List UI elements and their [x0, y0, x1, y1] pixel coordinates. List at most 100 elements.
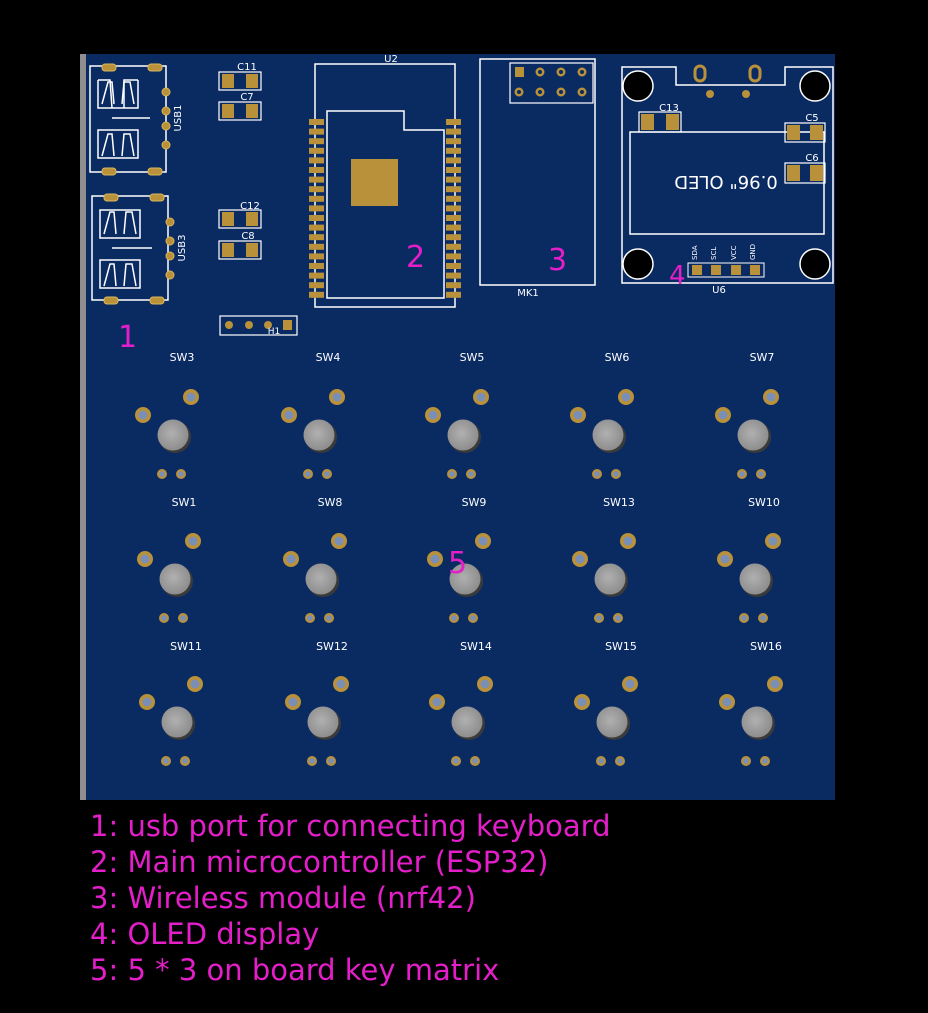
pad-hole — [428, 410, 438, 420]
pad-hole — [305, 471, 311, 477]
pad-hole — [432, 697, 442, 707]
switch-button — [161, 706, 193, 738]
switch-label: SW9 — [462, 496, 487, 509]
switch-label: SW12 — [316, 640, 348, 653]
pad-hole — [722, 697, 732, 707]
legend-item-2: 2: Main microcontroller (ESP32) — [90, 845, 549, 879]
pad-hole — [186, 392, 196, 402]
switch-label: SW11 — [170, 640, 202, 653]
pad-hole — [478, 536, 488, 546]
u6-label: U6 — [712, 285, 726, 296]
esp32-pin-left — [309, 272, 324, 279]
pad-hole — [468, 471, 474, 477]
pad-hole — [451, 615, 457, 621]
pad-hole — [178, 471, 184, 477]
esp32-pin-left — [309, 119, 324, 125]
pad-hole — [140, 554, 150, 564]
esp32-pin-right — [446, 215, 461, 221]
switch-button — [596, 706, 628, 738]
c13-label: C13 — [659, 103, 679, 114]
pad-hole — [161, 615, 167, 621]
switch-label: SW1 — [172, 496, 197, 509]
esp32-pin-right — [446, 186, 461, 193]
c6-label: C6 — [805, 153, 818, 164]
esp32-pin-right — [446, 176, 461, 183]
esp32-pin-right — [446, 263, 461, 269]
pad-hole — [613, 471, 619, 477]
esp32-pin-right — [446, 119, 461, 125]
switch-button — [447, 419, 479, 451]
esp32-pin-right — [446, 138, 461, 145]
pad-hole — [288, 697, 298, 707]
legend-item-3: 3: Wireless module (nrf42) — [90, 881, 476, 915]
pad-hole — [142, 697, 152, 707]
pad-hole — [573, 410, 583, 420]
esp32-pin-left — [309, 176, 324, 183]
esp32-pin-right — [446, 167, 461, 173]
pad-hole — [623, 536, 633, 546]
esp32-pin-left — [309, 243, 324, 250]
switch-button — [305, 563, 337, 595]
switch-button — [307, 706, 339, 738]
switch-label: SW6 — [605, 351, 630, 364]
pin-sda-label: SDA — [691, 245, 699, 260]
pad-hole — [758, 471, 764, 477]
pad-hole — [768, 536, 778, 546]
marker-2: 2 — [406, 240, 425, 275]
h1-label: H1 — [268, 327, 281, 337]
c5-label: C5 — [805, 113, 818, 124]
esp32-pin-right — [446, 234, 461, 241]
switch-button — [739, 563, 771, 595]
pad-hole — [453, 758, 459, 764]
esp32-pin-right — [446, 224, 461, 231]
pad-hole — [284, 410, 294, 420]
pad-hole — [163, 758, 169, 764]
esp32-pin-left — [309, 167, 324, 173]
esp32-pin-left — [309, 215, 324, 221]
pad-hole — [615, 615, 621, 621]
legend-item-1: 1: usb port for connecting keyboard — [90, 809, 611, 843]
switch-label: SW7 — [750, 351, 775, 364]
switch-button — [303, 419, 335, 451]
esp32-pin-right — [446, 272, 461, 279]
switch-button — [159, 563, 191, 595]
pad-hole — [309, 758, 315, 764]
mk1-label: MK1 — [517, 288, 539, 299]
esp32-pin-right — [446, 205, 461, 212]
switch-label: SW13 — [603, 496, 635, 509]
switch-label: SW16 — [750, 640, 782, 653]
esp32-pin-left — [309, 205, 324, 212]
marker-4: 4 — [669, 261, 686, 291]
legend: 1: usb port for connecting keyboard 2: M… — [90, 808, 611, 988]
pad-hole — [307, 615, 313, 621]
switch-label: SW4 — [316, 351, 341, 364]
pad-hole — [324, 471, 330, 477]
c11-label: C11 — [237, 62, 257, 73]
pad-hole — [770, 679, 780, 689]
switch-button — [737, 419, 769, 451]
esp32-pin-right — [446, 157, 461, 164]
switch-label: SW3 — [170, 351, 195, 364]
pin-scl-label: SCL — [710, 247, 718, 260]
pad-hole — [594, 471, 600, 477]
esp32-pin-left — [309, 291, 324, 298]
pad-hole — [476, 392, 486, 402]
pad-hole — [449, 471, 455, 477]
pad-hole — [596, 615, 602, 621]
pad-hole — [138, 410, 148, 420]
usb1-label: USB1 — [173, 105, 184, 132]
u2-label: U2 — [384, 54, 398, 65]
esp32-pin-left — [309, 263, 324, 269]
esp32-pin-left — [309, 186, 324, 193]
pad-hole — [336, 679, 346, 689]
pad-hole — [720, 554, 730, 564]
pad-hole — [625, 679, 635, 689]
esp32-pin-left — [309, 128, 324, 135]
esp32-pin-left — [309, 147, 324, 154]
esp32-pin-right — [446, 282, 461, 289]
pad-hole — [430, 554, 440, 564]
pad-hole — [762, 758, 768, 764]
pad-hole — [334, 536, 344, 546]
switch-label: SW14 — [460, 640, 492, 653]
pad-hole — [180, 615, 186, 621]
